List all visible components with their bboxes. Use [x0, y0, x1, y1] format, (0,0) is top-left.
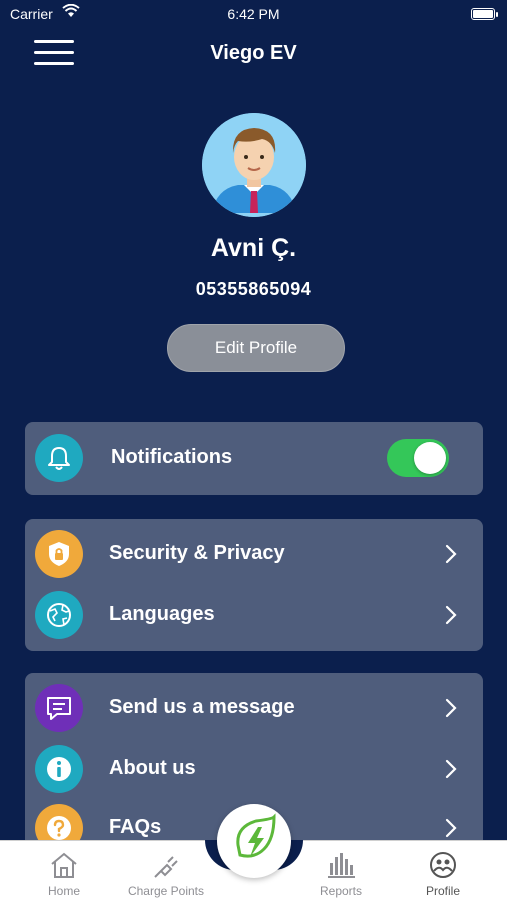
info-icon — [35, 745, 83, 793]
message-icon — [35, 684, 83, 732]
security-privacy-row[interactable]: Security & Privacy — [25, 524, 483, 585]
chevron-right-icon — [445, 544, 457, 564]
languages-row[interactable]: Languages — [25, 585, 483, 646]
notifications-label: Notifications — [111, 446, 233, 468]
globe-icon — [35, 591, 83, 639]
leaf-bolt-icon — [226, 813, 282, 869]
notifications-toggle[interactable] — [387, 439, 449, 477]
status-bar: Carrier 6:42 PM — [0, 0, 507, 28]
user-phone: 05355865094 — [195, 279, 312, 299]
about-us-label: About us — [109, 757, 196, 779]
languages-label: Languages — [109, 603, 215, 625]
tab-charge-points[interactable]: Charge Points — [116, 841, 216, 900]
faqs-label: FAQs — [109, 816, 162, 838]
send-message-row[interactable]: Send us a message — [25, 678, 483, 739]
bell-icon — [35, 434, 83, 482]
plug-icon — [151, 851, 181, 884]
tab-reports[interactable]: Reports — [291, 841, 391, 900]
edit-profile-button[interactable]: Edit Profile — [167, 324, 345, 372]
tab-charge-points-label: Charge Points — [127, 884, 205, 898]
send-message-label: Send us a message — [109, 696, 295, 718]
tab-profile-label: Profile — [425, 884, 460, 898]
chevron-right-icon — [445, 605, 457, 625]
tab-home[interactable]: Home — [14, 841, 114, 900]
navigation-bar: Viego EV — [0, 28, 507, 78]
user-name: Avni Ç. — [210, 234, 297, 262]
profile-group-icon — [428, 851, 458, 884]
settings-card: Security & Privacy Languages — [25, 519, 483, 651]
chevron-right-icon — [445, 698, 457, 718]
chevron-right-icon — [445, 818, 457, 838]
charge-fab-button[interactable] — [217, 804, 291, 878]
battery-icon — [471, 8, 498, 20]
clock: 6:42 PM — [227, 6, 280, 22]
security-privacy-label: Security & Privacy — [109, 542, 285, 564]
avatar — [202, 113, 306, 217]
shield-lock-icon — [35, 530, 83, 578]
about-us-row[interactable]: About us — [25, 739, 483, 800]
tab-reports-label: Reports — [319, 884, 363, 898]
bar-chart-icon — [326, 851, 356, 884]
notifications-card: Notifications — [25, 422, 483, 495]
tab-home-label: Home — [47, 884, 80, 898]
tab-profile[interactable]: Profile — [393, 841, 493, 900]
chevron-right-icon — [445, 759, 457, 779]
app-title: Viego EV — [210, 42, 297, 64]
home-icon — [49, 851, 79, 884]
